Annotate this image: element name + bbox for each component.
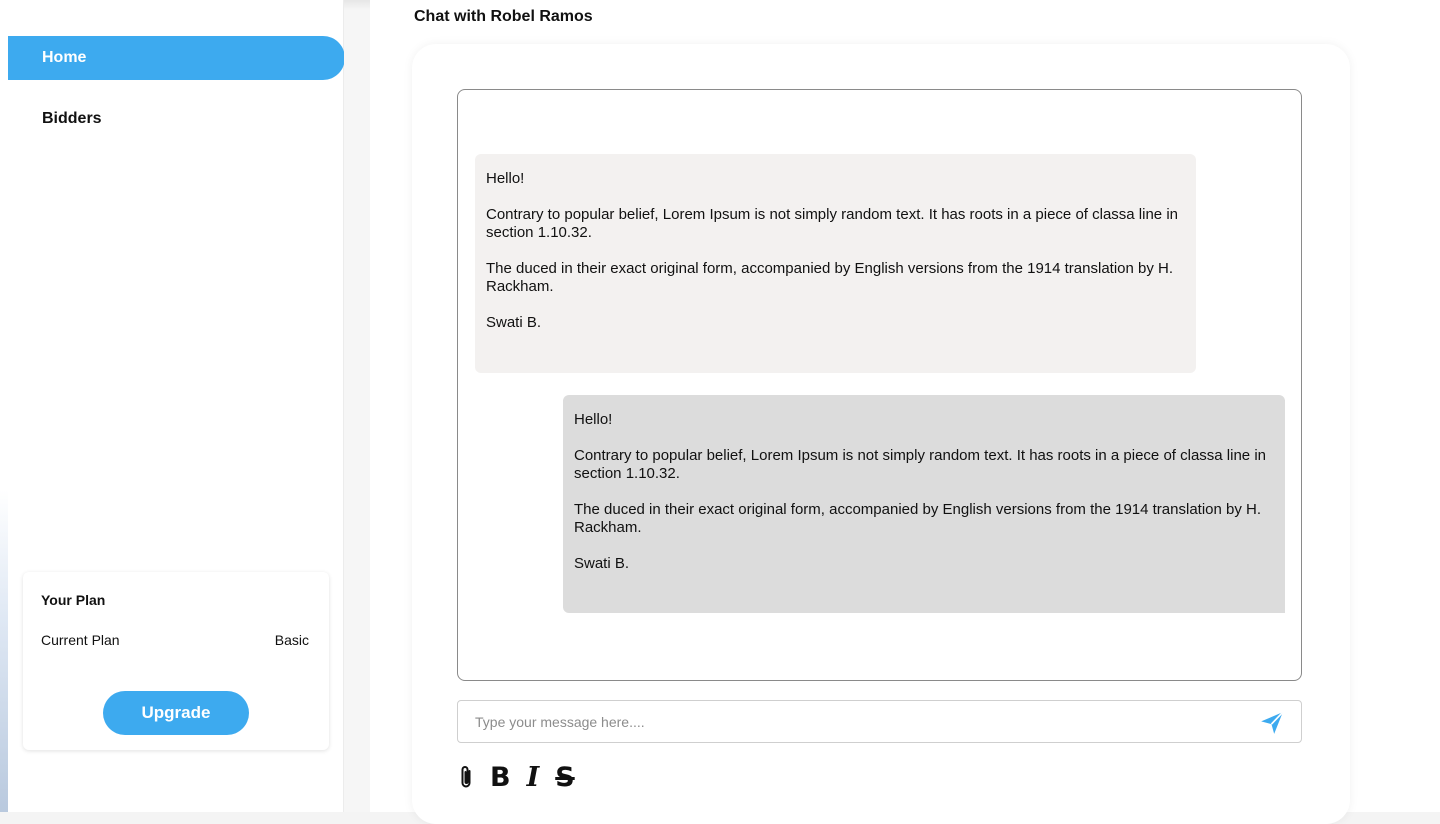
send-icon[interactable] [1259,710,1285,736]
main-panel: Chat with Robel Ramos Hello! Contrary to… [370,0,1440,824]
sidebar-item-home[interactable]: Home [8,36,345,80]
main-area: Chat with Robel Ramos Hello! Contrary to… [344,0,1440,824]
current-plan-label: Current Plan [41,632,120,648]
message-paragraph: Swati B. [486,314,542,331]
plan-card: Your Plan Current Plan Basic Upgrade [23,572,329,750]
message-paragraph: Swati B. [574,555,630,572]
message-paragraph: Contrary to popular belief, Lorem Ipsum … [574,447,1266,482]
bold-icon: B [490,761,511,793]
message-composer [457,700,1302,743]
italic-button[interactable]: I [526,761,540,793]
sidebar-item-label: Home [42,49,87,66]
plan-title: Your Plan [41,592,106,608]
sidebar-item-label: Bidders [42,110,102,127]
strikethrough-button[interactable]: S [555,761,575,793]
message-paragraph: Contrary to popular belief, Lorem Ipsum … [486,206,1178,241]
italic-icon: I [526,761,540,793]
upgrade-button[interactable]: Upgrade [103,691,249,735]
message-outgoing: Hello! Contrary to popular belief, Lorem… [563,395,1285,613]
page-title: Chat with Robel Ramos [414,8,593,25]
bold-button[interactable]: B [490,761,511,793]
message-paragraph: Hello! [486,170,525,187]
current-plan-value: Basic [274,632,309,648]
paperclip-icon [461,766,471,788]
message-incoming: Hello! Contrary to popular belief, Lorem… [475,154,1196,373]
message-paragraph: The duced in their exact original form, … [486,260,1174,295]
message-list[interactable]: Hello! Contrary to popular belief, Lorem… [457,89,1302,681]
message-paragraph: Hello! [574,411,613,428]
attach-button[interactable] [458,762,474,792]
strikethrough-icon: S [555,761,575,793]
sidebar-item-bidders[interactable]: Bidders [8,97,345,141]
sidebar: Home Bidders Your Plan Current Plan Basi… [0,0,345,812]
message-paragraph: The duced in their exact original form, … [574,501,1262,536]
format-toolbar: B I S [458,761,591,793]
message-input[interactable] [458,701,1238,742]
